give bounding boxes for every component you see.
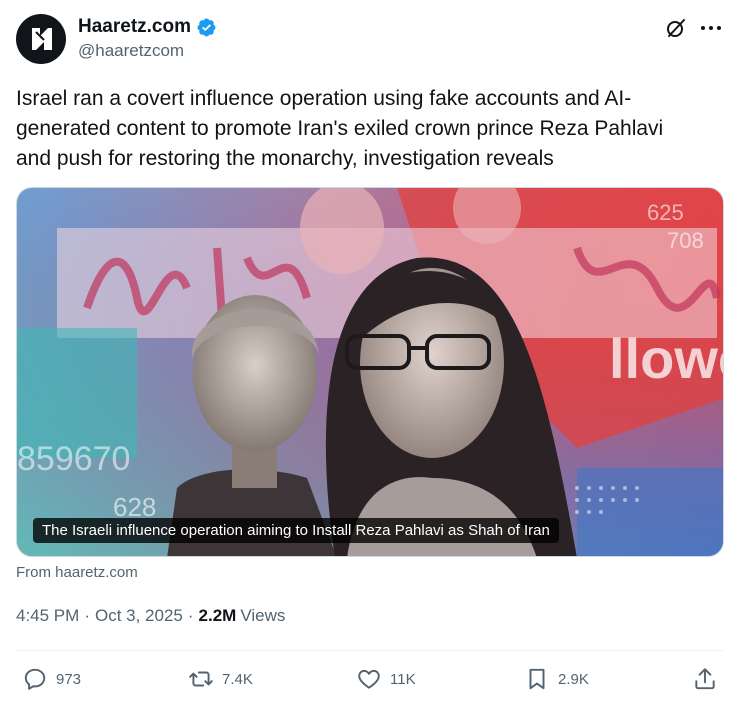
link-card-image[interactable]: 859670 628 625 708 llowe The Israeli inf…: [16, 187, 724, 557]
overlay-number: 859670: [17, 440, 130, 478]
reply-count: 973: [56, 670, 82, 688]
tweet-text-line: Israel ran a covert influence operation …: [16, 87, 632, 110]
bookmark-icon: [529, 668, 545, 690]
reply-icon: [24, 668, 46, 690]
bookmark-button[interactable]: 2.9K: [524, 666, 589, 692]
author-display-name[interactable]: Haaretz.com: [78, 16, 191, 38]
haaretz-logo-icon: [32, 28, 52, 50]
reply-button[interactable]: 973: [22, 666, 81, 692]
link-source[interactable]: From haaretz.com: [16, 564, 138, 581]
author-name-row: Haaretz.com: [78, 16, 217, 38]
more-icon[interactable]: [698, 16, 724, 40]
meta-separator: ·: [84, 606, 90, 625]
tweet: Haaretz.com @haaretzcom Israel ran a cov…: [0, 0, 744, 711]
heart-icon: [358, 669, 380, 689]
overlay-word: llowe: [609, 327, 724, 390]
action-bar: 973 7.4K 11K 2.9K: [16, 660, 724, 708]
overlay-number: 708: [667, 228, 704, 253]
like-button[interactable]: 11K: [356, 666, 416, 692]
article-image: 859670 628 625 708 llowe: [17, 188, 724, 556]
overlay-number: 625: [647, 200, 684, 225]
share-button[interactable]: [692, 666, 718, 692]
repost-button[interactable]: 7.4K: [188, 666, 253, 692]
views-label: Views: [240, 606, 286, 625]
meta-separator: ·: [187, 606, 194, 625]
bookmark-count: 2.9K: [558, 670, 589, 688]
author-avatar[interactable]: [16, 14, 66, 64]
image-caption: The Israeli influence operation aiming t…: [33, 518, 559, 543]
verified-badge-icon[interactable]: [196, 17, 217, 38]
author-handle[interactable]: @haaretzcom: [78, 41, 184, 61]
repost-count: 7.4K: [222, 670, 253, 688]
grok-icon[interactable]: [664, 16, 688, 40]
like-count: 11K: [390, 670, 416, 688]
share-icon: [695, 668, 715, 690]
tweet-meta: 4:45 PM · Oct 3, 2025 · 2.2M Views: [16, 606, 285, 626]
views-count: 2.2M: [198, 606, 237, 625]
tweet-date[interactable]: Oct 3, 2025: [95, 606, 183, 626]
divider: [16, 650, 724, 651]
tweet-text: Israel ran a covert influence operation …: [16, 84, 726, 174]
tweet-time[interactable]: 4:45 PM: [16, 606, 79, 626]
repost-icon: [189, 671, 213, 687]
tweet-text-line: and push for restoring the monarchy, inv…: [16, 147, 554, 170]
tweet-text-line: generated content to promote Iran's exil…: [16, 117, 664, 140]
